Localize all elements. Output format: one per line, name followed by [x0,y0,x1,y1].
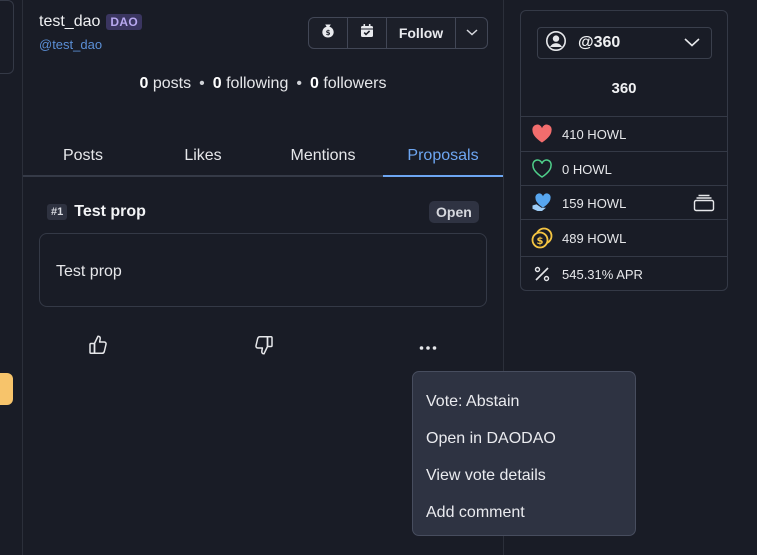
following-count: 0 [212,75,222,92]
balance-value: 0 HOWL [562,161,612,177]
profile-stats: 0 posts • 0 following • 0 followers [139,75,387,92]
proposal-header: #1 Test prop [47,203,146,221]
followers-label[interactable]: followers [323,75,386,92]
heart-filled-icon [530,122,554,146]
balance-row-liked: 410 HOWL [521,116,727,151]
posts-count: 0 [139,75,149,92]
proposal-body[interactable]: Test prop [39,233,487,307]
more-horizontal-icon [418,338,438,356]
proposal-status-badge: Open [429,201,479,223]
menu-item-view-vote-details[interactable]: View vote details [413,457,635,494]
balance-row-liking: 0 HOWL [521,151,727,186]
vote-yes-button[interactable] [86,334,110,360]
heart-outline-icon [530,157,554,181]
tab-mentions[interactable]: Mentions [263,138,383,175]
follow-button[interactable]: Follow [387,18,456,48]
tab-proposals[interactable]: Proposals [383,138,503,177]
balance-value: 489 HOWL [562,230,627,246]
balance-value: 545.31% APR [562,266,643,282]
profile-tabs: Posts Likes Mentions Proposals [23,138,503,177]
svg-text:$: $ [326,29,331,37]
voting-power-value: 360 [611,80,637,97]
chevron-down-icon [465,24,479,42]
left-highlight-button-fragment[interactable] [0,373,13,405]
percent-icon [530,262,554,286]
following-label[interactable]: following [226,75,288,92]
menu-item-vote-abstain[interactable]: Vote: Abstain [413,383,635,420]
profile-username[interactable]: @test_dao [39,37,102,52]
proposal-more-button[interactable] [416,336,440,358]
menu-item-add-comment[interactable]: Add comment [413,494,635,531]
vote-no-button[interactable] [252,334,276,360]
stack-icon[interactable] [693,194,715,215]
account-selector[interactable]: @360 [537,27,712,59]
account-selector-label: @360 [578,34,621,51]
posts-label: posts [152,75,192,92]
tab-likes[interactable]: Likes [143,138,263,175]
proposal-options-menu: Vote: Abstain Open in DAODAO View vote d… [412,371,636,536]
coins-icon: $ [530,226,554,250]
left-card-fragment [0,0,14,74]
profile-name-row: test_dao DAO [39,13,142,31]
thumbs-up-icon [88,334,108,361]
menu-item-open-daodao[interactable]: Open in DAODAO [413,420,635,457]
tip-button[interactable]: $ [309,18,348,48]
svg-text:$: $ [537,236,544,247]
balance-row-apr: 545.31% APR [521,256,727,291]
balance-value: 410 HOWL [562,126,627,142]
dao-badge: DAO [106,14,142,30]
proposal-title[interactable]: Test prop [74,203,146,221]
tab-posts[interactable]: Posts [23,138,143,175]
follow-options-button[interactable] [456,18,487,48]
profile-display-name: test_dao [39,13,101,30]
heart-hand-icon [530,191,554,215]
followers-count: 0 [309,75,319,92]
calendar-check-icon [359,23,375,44]
balance-row-delegated: 159 HOWL [521,185,727,220]
schedule-button[interactable] [348,18,387,48]
user-circle-icon [545,30,567,57]
proposal-number: #1 [47,204,68,220]
chevron-down-icon [683,35,701,54]
balance-row-staked: $ 489 HOWL [521,219,727,256]
profile-action-group: $ Follow [308,17,488,49]
balance-value: 159 HOWL [562,195,627,211]
money-bag-icon: $ [320,23,336,44]
thumbs-down-icon [254,334,274,361]
